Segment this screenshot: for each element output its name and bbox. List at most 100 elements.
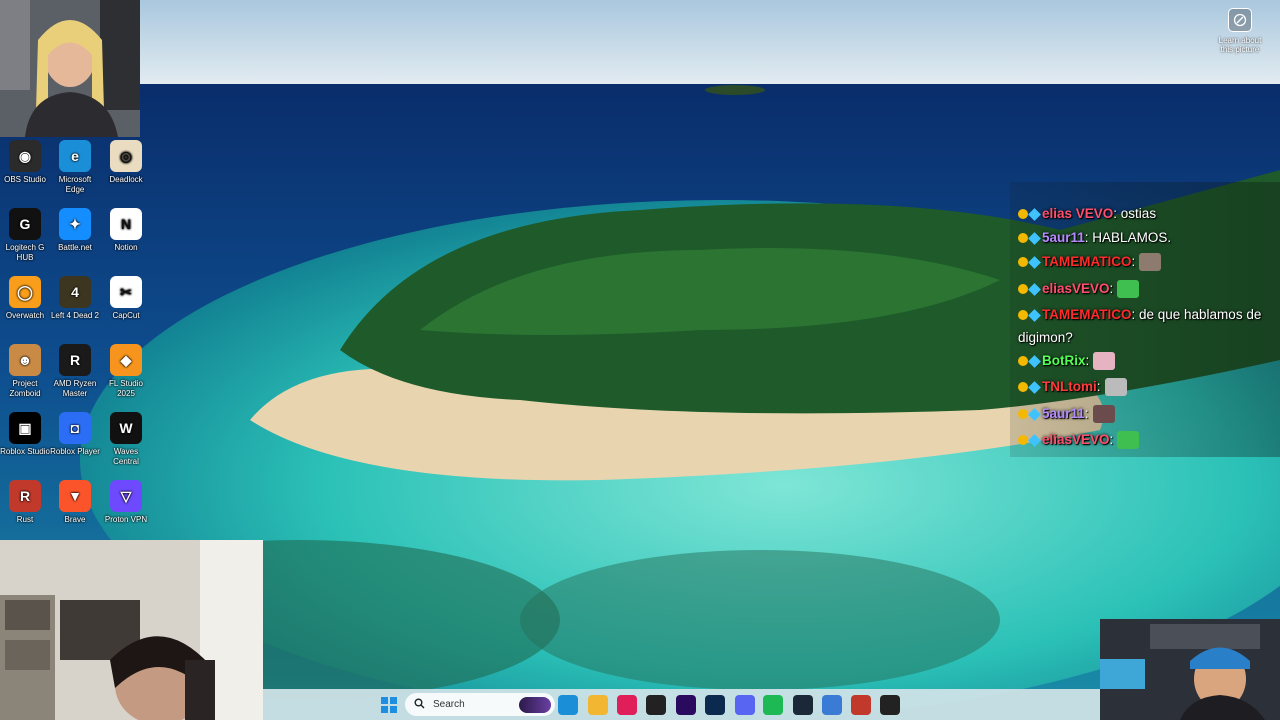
desktop-icon-flstudio[interactable]: ◆ FL Studio 2025 [101,342,151,399]
notion-icon: N [110,208,142,240]
chat-username[interactable]: elias VEVO [1042,206,1113,221]
chat-text: : HABLAMOS. [1084,230,1172,245]
chat-badge-icon [1018,257,1028,268]
desktop-icon-label: Waves Central [113,447,139,466]
chat-username[interactable]: eliasVEVO [1042,432,1110,447]
chat-sub-badge-icon [1028,256,1041,269]
chat-emote-icon [1092,405,1115,424]
learn-label: Learn about this picture [1218,36,1262,54]
desktop-icon-capcut[interactable]: ✂ CapCut [101,274,151,321]
chat-message: eliasVEVO: [1018,428,1276,451]
desktop-icon-roblox-studio[interactable]: ▣ Roblox Studio [0,410,50,457]
chat-username[interactable]: TAMEMATICO [1042,254,1131,269]
webcam-overlay-bottom-right [1100,619,1280,720]
chat-badge-icon [1018,409,1028,420]
desktop-icon-obs[interactable]: ◉ OBS Studio [0,138,50,185]
desktop-icon-ryzen[interactable]: R AMD Ryzen Master [50,342,100,399]
chat-emote-icon [1117,280,1140,299]
chat-message: 5aur11: HABLAMOS. [1018,226,1276,249]
chat-message: TAMEMATICO: [1018,250,1276,273]
desktop-icon-edge[interactable]: e Microsoft Edge [50,138,100,195]
chat-username[interactable]: 5aur11 [1042,230,1085,245]
desktop-icon-label: CapCut [112,311,140,320]
desktop-icon-logitech[interactable]: G Logitech G HUB [0,206,50,263]
desktop-icon-label: Roblox Player [50,447,100,456]
chat-sub-badge-icon [1028,232,1041,245]
photoshop-icon[interactable] [705,695,725,715]
search-icon [414,698,425,712]
chat-badge-icon [1018,356,1028,367]
desktop-icon-label: FL Studio 2025 [109,379,143,398]
chat-message: TAMEMATICO: de que hablamos de digimon? [1018,303,1276,349]
obs-taskbar-icon[interactable] [880,695,900,715]
search-placeholder: Search [433,699,465,710]
desktop-icon-deadlock[interactable]: ◎ Deadlock [101,138,151,185]
desktop-icon-label: Deadlock [109,175,143,184]
start-icon[interactable] [379,695,399,715]
chat-text: : [1084,406,1089,421]
chat-sub-badge-icon [1028,434,1041,447]
desktop-icon-label: Proton VPN [104,515,148,524]
desktop-icon-notion[interactable]: N Notion [101,206,151,253]
chat-badge-icon [1018,435,1028,446]
desktop-icon-overwatch[interactable]: ◯ Overwatch [0,274,50,321]
chat-text: : [1131,254,1136,269]
desktop-icon-label: Brave [64,515,86,524]
brave-icon: ▼ [59,480,91,512]
slack-icon[interactable] [617,695,637,715]
discord-icon[interactable] [735,695,755,715]
chat-badge-icon [1018,284,1028,295]
steam-icon[interactable] [793,695,813,715]
chat-emote-icon [1093,352,1116,371]
notion-icon[interactable] [646,695,666,715]
desktop-icon-roblox-player[interactable]: ◘ Roblox Player [50,410,100,457]
desktop-icon-label: Left 4 Dead 2 [50,311,100,320]
chat-sub-badge-icon [1028,309,1041,322]
roblox-studio-icon: ▣ [9,412,41,444]
file-explorer-icon[interactable] [588,695,608,715]
chat-badge-icon [1018,382,1028,393]
chat-message: TNLtomi: [1018,375,1276,398]
chat-message: elias VEVO: ostias [1018,202,1276,225]
chat-emote-icon [1139,253,1162,272]
chat-username[interactable]: TAMEMATICO [1042,307,1131,322]
chat-username[interactable]: BotRix [1042,353,1086,368]
premiere-icon[interactable] [676,695,696,715]
chat-message: BotRix: [1018,349,1276,372]
info-icon [1228,8,1252,32]
chat-username[interactable]: 5aur11 [1042,406,1085,421]
desktop-icon-brave[interactable]: ▼ Brave [50,478,100,525]
video-app-icon[interactable] [851,695,871,715]
webcam-overlay-bottom-left [0,540,263,720]
roblox-player-icon: ◘ [59,412,91,444]
chat-text: : [1096,379,1101,394]
chat-text: : [1109,432,1114,447]
learn-about-picture[interactable]: Learn about this picture [1214,8,1266,54]
monitor-app-icon[interactable] [822,695,842,715]
search-box[interactable]: Search [405,693,555,716]
deadlock-icon: ◎ [110,140,142,172]
spotify-icon[interactable] [763,695,783,715]
chat-username[interactable]: eliasVEVO [1042,281,1110,296]
desktop-icon-label: AMD Ryzen Master [53,379,97,398]
desktop-icon-protonvpn[interactable]: ▽ Proton VPN [101,478,151,525]
chat-sub-badge-icon [1028,208,1041,221]
desktop-icon-label: Overwatch [5,311,45,320]
chat-username[interactable]: TNLtomi [1042,379,1097,394]
chat-badge-icon [1018,209,1028,220]
desktop-icon-waves[interactable]: W Waves Central [101,410,151,467]
desktop-icon-zomboid[interactable]: ☻ Project Zomboid [0,342,50,399]
desktop-icon-left4dead[interactable]: 4 Left 4 Dead 2 [50,274,100,321]
obs-icon: ◉ [9,140,41,172]
desktop-icon-rust[interactable]: R Rust [0,478,50,525]
battlenet-icon: ✦ [59,208,91,240]
desktop-icon-battlenet[interactable]: ✦ Battle.net [50,206,100,253]
chat-badge-icon [1018,310,1028,321]
left4dead-icon: 4 [59,276,91,308]
edge-icon[interactable] [558,695,578,715]
rust-icon: R [9,480,41,512]
logitech-icon: G [9,208,41,240]
chat-emote-icon [1117,431,1140,450]
zomboid-icon: ☻ [9,344,41,376]
chat-text: : [1085,353,1090,368]
